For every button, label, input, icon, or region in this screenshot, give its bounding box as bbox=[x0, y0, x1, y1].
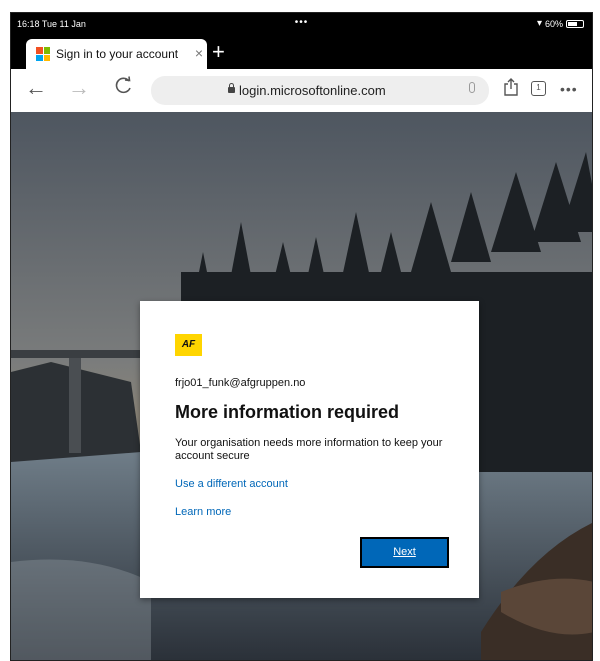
wifi-icon: ▾ bbox=[536, 18, 542, 29]
tabs-icon[interactable]: 1 bbox=[531, 81, 546, 96]
browser-toolbar: ← → login.microsoftonline.com 1 ••• bbox=[11, 69, 592, 112]
sign-in-dialog: AF frjo01_funk@afgruppen.no More informa… bbox=[140, 301, 479, 598]
battery-icon bbox=[566, 19, 584, 28]
microsoft-logo-icon bbox=[36, 47, 50, 61]
back-icon[interactable]: ← bbox=[25, 77, 47, 99]
tab-title: Sign in to your account bbox=[56, 47, 179, 61]
mic-icon[interactable] bbox=[469, 82, 475, 93]
tab-strip: Sign in to your account × + bbox=[11, 35, 592, 69]
status-time: 16:18 Tue 11 Jan bbox=[17, 19, 86, 29]
reload-icon[interactable] bbox=[113, 76, 133, 101]
battery-percent: 60% bbox=[544, 18, 563, 29]
url-text: login.microsoftonline.com bbox=[239, 83, 386, 98]
address-bar[interactable]: login.microsoftonline.com bbox=[151, 76, 489, 105]
share-icon[interactable] bbox=[504, 78, 518, 96]
plus-icon[interactable]: + bbox=[212, 41, 225, 63]
dialog-title: More information required bbox=[175, 402, 400, 422]
learn-more-link[interactable]: Learn more bbox=[175, 506, 231, 518]
account-email: frjo01_funk@afgruppen.no bbox=[175, 377, 306, 389]
multitask-dots[interactable]: ••• bbox=[295, 17, 309, 28]
next-button[interactable]: Next bbox=[360, 537, 449, 568]
status-bar: 16:18 Tue 11 Jan ••• ▾ 60% bbox=[11, 13, 592, 35]
dialog-description: Your organisation needs more information… bbox=[175, 437, 443, 462]
use-different-account-link[interactable]: Use a different account bbox=[175, 478, 288, 490]
lock-icon bbox=[228, 83, 235, 93]
browser-window: 16:18 Tue 11 Jan ••• ▾ 60% Sign in to yo… bbox=[10, 12, 593, 661]
company-logo: AF bbox=[175, 334, 202, 356]
close-icon[interactable]: × bbox=[195, 46, 203, 60]
more-icon[interactable]: ••• bbox=[560, 81, 578, 97]
forward-icon[interactable]: → bbox=[68, 77, 90, 99]
status-right: ▾ 60% bbox=[537, 18, 584, 29]
tab-sign-in[interactable]: Sign in to your account × bbox=[26, 39, 207, 69]
